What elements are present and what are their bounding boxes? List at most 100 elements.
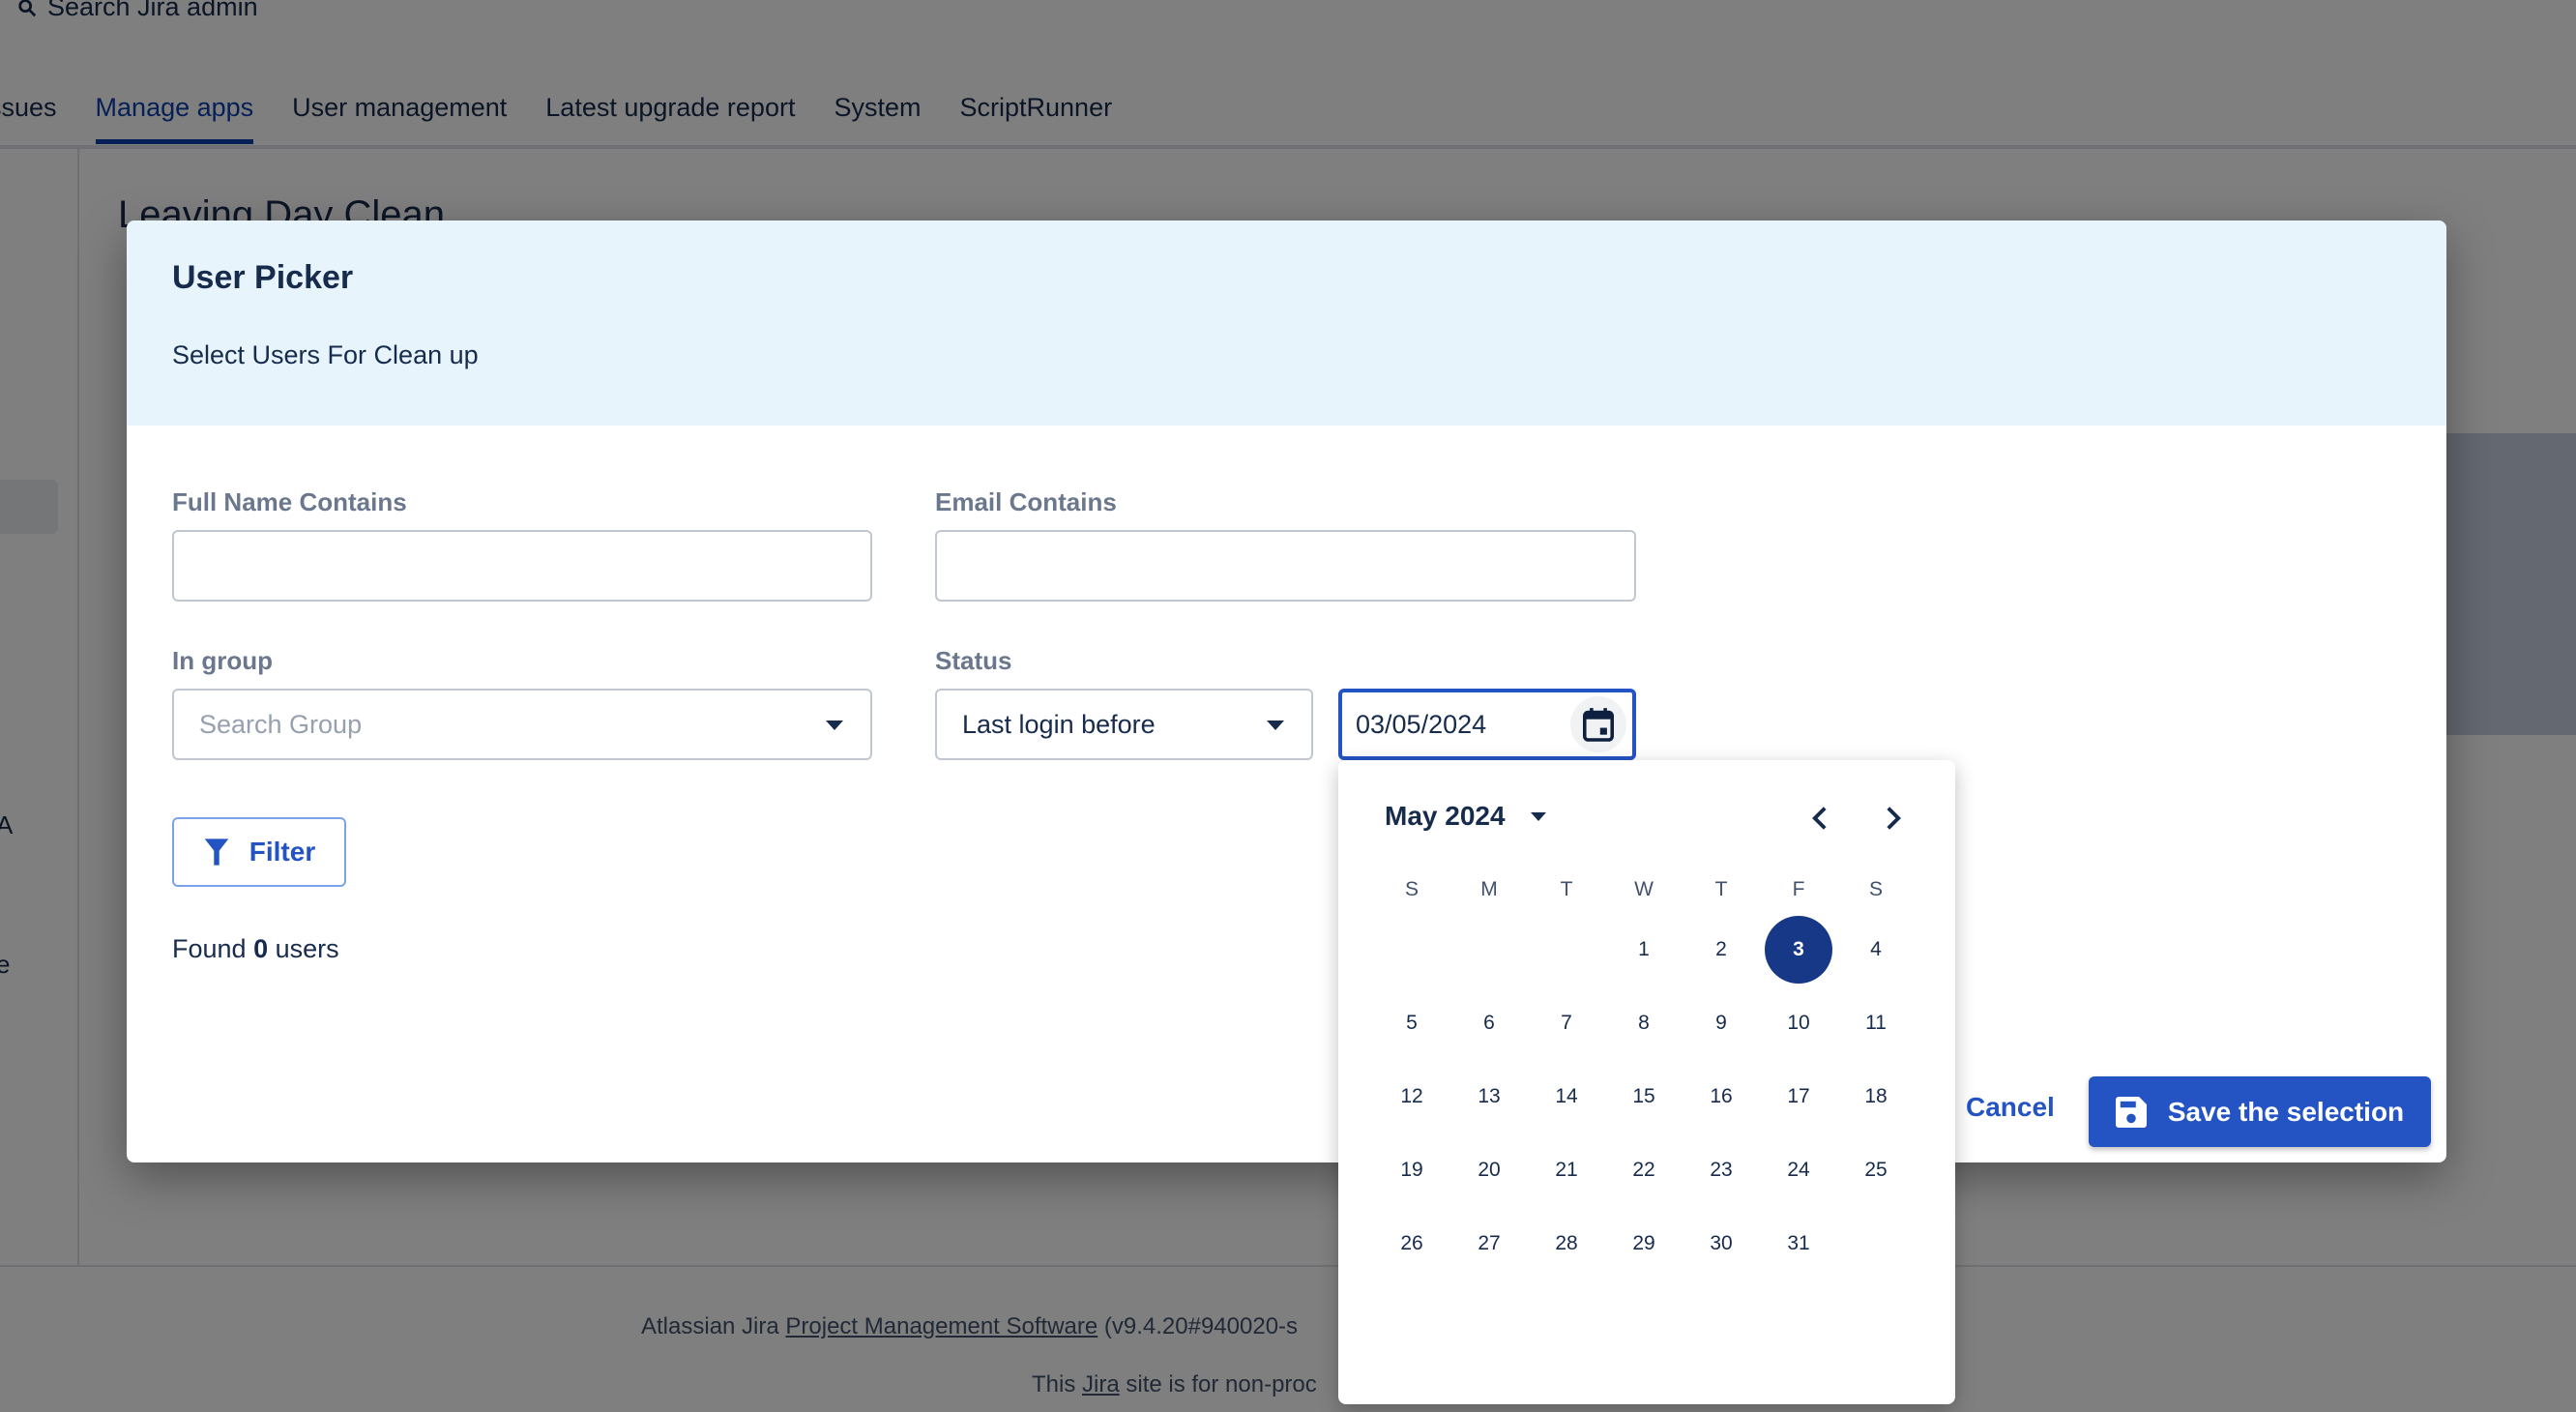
calendar-day-selected[interactable]: 3	[1760, 913, 1837, 986]
calendar-day-label: 1	[1638, 938, 1650, 960]
calendar-day[interactable]: 11	[1837, 986, 1915, 1060]
calendar-day-label: 2	[1715, 938, 1727, 960]
save-icon	[2115, 1096, 2147, 1128]
calendar-day[interactable]: 27	[1450, 1207, 1528, 1280]
calendar-day-label: 22	[1632, 1159, 1655, 1181]
status-select[interactable]: Last login before	[935, 689, 1313, 760]
found-suffix: users	[268, 934, 339, 963]
status-select-value: Last login before	[962, 709, 1156, 739]
calendar-day[interactable]: 14	[1528, 1060, 1605, 1133]
save-selection-button[interactable]: Save the selection	[2089, 1076, 2431, 1147]
calendar-day[interactable]: 30	[1683, 1207, 1760, 1280]
email-input[interactable]	[935, 530, 1636, 602]
filter-button-label: Filter	[249, 837, 316, 867]
calendar-day[interactable]: 13	[1450, 1060, 1528, 1133]
calendar-day-label: 6	[1483, 1012, 1495, 1034]
calendar-day-label: 28	[1555, 1232, 1578, 1254]
full-name-input[interactable]	[172, 530, 872, 602]
calendar-day[interactable]: 5	[1373, 986, 1450, 1060]
weekday-header: S	[1868, 878, 1883, 900]
weekday-header: W	[1634, 878, 1654, 900]
calendar-day[interactable]: 26	[1373, 1207, 1450, 1280]
calendar-grid: S M T W T F S 1 2 3 4 5 6 7 8 9 10 11 12 13 14 15 16 17 18 19 20 21…	[1373, 867, 1915, 1280]
found-count: 0	[253, 934, 269, 963]
calendar-day-label: 12	[1400, 1085, 1423, 1107]
calendar-blank	[1373, 913, 1450, 986]
calendar-day[interactable]: 4	[1837, 913, 1915, 986]
calendar-day-label: 16	[1710, 1085, 1733, 1107]
month-year-label: May 2024	[1385, 801, 1506, 831]
calendar-day[interactable]: 20	[1450, 1133, 1528, 1207]
calendar-day-label: 26	[1400, 1232, 1423, 1254]
calendar-day[interactable]: 17	[1760, 1060, 1837, 1133]
calendar-day-label: 7	[1561, 1012, 1572, 1034]
calendar-blank	[1528, 913, 1605, 986]
group-label: In group	[172, 646, 273, 675]
calendar-day-label: 23	[1710, 1159, 1733, 1181]
calendar-day[interactable]: 6	[1450, 986, 1528, 1060]
calendar-day[interactable]: 23	[1683, 1133, 1760, 1207]
calendar-day[interactable]: 9	[1683, 986, 1760, 1060]
calendar-icon	[1583, 708, 1614, 742]
calendar-day-label: 10	[1787, 1012, 1810, 1034]
calendar-day[interactable]: 8	[1605, 986, 1683, 1060]
cancel-button[interactable]: Cancel	[1966, 1092, 2055, 1123]
calendar-day[interactable]: 29	[1605, 1207, 1683, 1280]
calendar-day-label: 5	[1406, 1012, 1418, 1034]
weekday-header: T	[1560, 878, 1573, 900]
status-label: Status	[935, 646, 1012, 675]
calendar-day-label: 20	[1478, 1159, 1501, 1181]
calendar-day-label: 13	[1478, 1085, 1501, 1107]
chevron-down-icon	[826, 721, 843, 730]
calendar-day[interactable]: 2	[1683, 913, 1760, 986]
full-name-label: Full Name Contains	[172, 487, 407, 516]
calendar-day[interactable]: 1	[1605, 913, 1683, 986]
date-input[interactable]: 03/05/2024	[1338, 689, 1636, 760]
calendar-day[interactable]: 10	[1760, 986, 1837, 1060]
calendar-day-label: 8	[1638, 1012, 1650, 1034]
dialog-subtitle: Select Users For Clean up	[172, 340, 479, 369]
dialog-title: User Picker	[172, 259, 354, 296]
calendar-day[interactable]: 12	[1373, 1060, 1450, 1133]
calendar-day[interactable]: 18	[1837, 1060, 1915, 1133]
calendar-day[interactable]: 24	[1760, 1133, 1837, 1207]
calendar-day-label: 3	[1765, 916, 1832, 984]
calendar-day-label: 14	[1555, 1085, 1578, 1107]
user-picker-dialog: User Picker Select Users For Clean up Fu…	[127, 221, 2446, 1162]
calendar-day-label: 4	[1870, 938, 1882, 960]
email-label: Email Contains	[935, 487, 1117, 516]
calendar-day[interactable]: 25	[1837, 1133, 1915, 1207]
next-month-button[interactable]	[1874, 799, 1913, 838]
filter-button[interactable]: Filter	[172, 817, 346, 887]
calendar-day-label: 11	[1865, 1012, 1887, 1034]
group-select[interactable]: Search Group	[172, 689, 872, 760]
weekday-header: S	[1404, 878, 1419, 900]
weekday-header: T	[1714, 878, 1728, 900]
found-users-count: Found 0 users	[172, 934, 339, 964]
save-button-label: Save the selection	[2167, 1096, 2405, 1127]
month-year-selector[interactable]: May 2024	[1385, 801, 1546, 832]
calendar-day-label: 15	[1632, 1085, 1655, 1107]
open-calendar-button[interactable]	[1570, 696, 1626, 752]
filter-icon	[204, 838, 229, 866]
group-select-placeholder: Search Group	[199, 709, 363, 739]
chevron-left-icon	[1812, 807, 1827, 830]
calendar-day-label: 24	[1787, 1159, 1810, 1181]
calendar-day-label: 30	[1710, 1232, 1733, 1254]
calendar-day-label: 21	[1555, 1159, 1578, 1181]
calendar-day[interactable]: 31	[1760, 1207, 1837, 1280]
calendar-day-label: 17	[1787, 1085, 1810, 1107]
calendar-day[interactable]: 21	[1528, 1133, 1605, 1207]
date-input-value: 03/05/2024	[1356, 709, 1487, 739]
calendar-day[interactable]: 19	[1373, 1133, 1450, 1207]
previous-month-button[interactable]	[1800, 799, 1839, 838]
calendar-day[interactable]: 7	[1528, 986, 1605, 1060]
calendar-day[interactable]: 15	[1605, 1060, 1683, 1133]
calendar-day[interactable]: 28	[1528, 1207, 1605, 1280]
weekday-header: M	[1480, 878, 1498, 900]
calendar-day-label: 31	[1787, 1232, 1810, 1254]
calendar-blank	[1450, 913, 1528, 986]
calendar-day[interactable]: 16	[1683, 1060, 1760, 1133]
calendar-day[interactable]: 22	[1605, 1133, 1683, 1207]
dialog-header: User Picker Select Users For Clean up	[127, 221, 2446, 426]
